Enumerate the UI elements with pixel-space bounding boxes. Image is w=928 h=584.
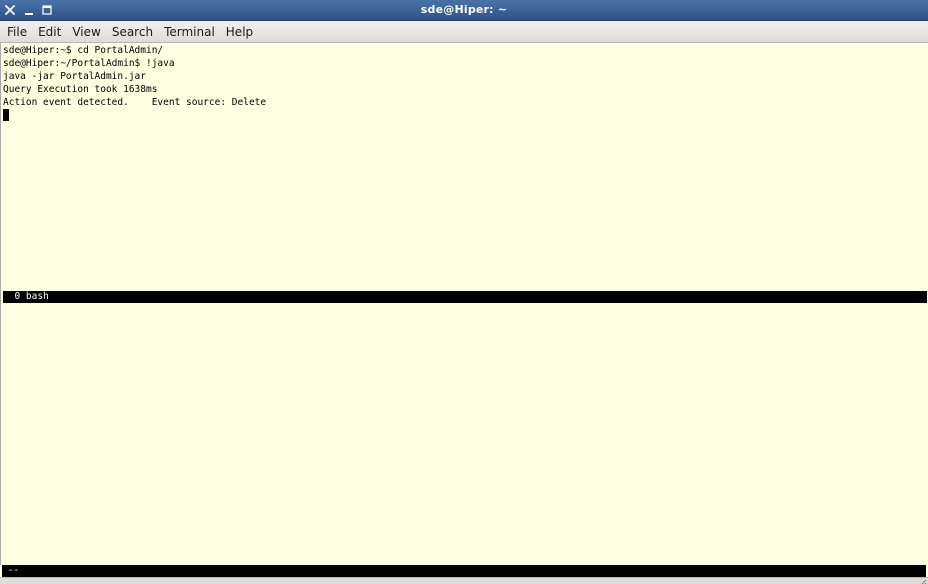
menu-edit[interactable]: Edit — [33, 22, 66, 42]
terminal-line: sde@Hiper:~$ cd PortalAdmin/ — [3, 45, 164, 56]
terminal-window: sde@Hiper: ~ File Edit View Search Termi… — [0, 0, 928, 584]
terminal-line: Query Execution took 1638ms — [3, 84, 158, 95]
terminal-line: Action event detected. Event source: Del… — [3, 97, 267, 108]
pane-status-bar: 0 bash — [3, 291, 927, 303]
bottom-status-bar: -- — [2, 565, 926, 577]
window-bottom-edge — [0, 577, 928, 584]
menu-bar: File Edit View Search Terminal Help — [0, 21, 928, 43]
menu-help[interactable]: Help — [221, 22, 258, 42]
window-title: sde@Hiper: ~ — [420, 3, 508, 16]
text-cursor — [3, 109, 9, 121]
resize-grip-icon[interactable] — [915, 571, 927, 584]
menu-search[interactable]: Search — [107, 22, 158, 42]
menu-file[interactable]: File — [2, 22, 32, 42]
terminal-line: sde@Hiper:~/PortalAdmin$ !java — [3, 58, 175, 69]
terminal-line: java -jar PortalAdmin.jar — [3, 71, 146, 82]
menu-terminal[interactable]: Terminal — [159, 22, 220, 42]
terminal-output[interactable]: sde@Hiper:~$ cd PortalAdmin/ sde@Hiper:~… — [0, 43, 927, 565]
menu-view[interactable]: View — [67, 22, 105, 42]
title-bar[interactable]: sde@Hiper: ~ — [0, 0, 928, 21]
